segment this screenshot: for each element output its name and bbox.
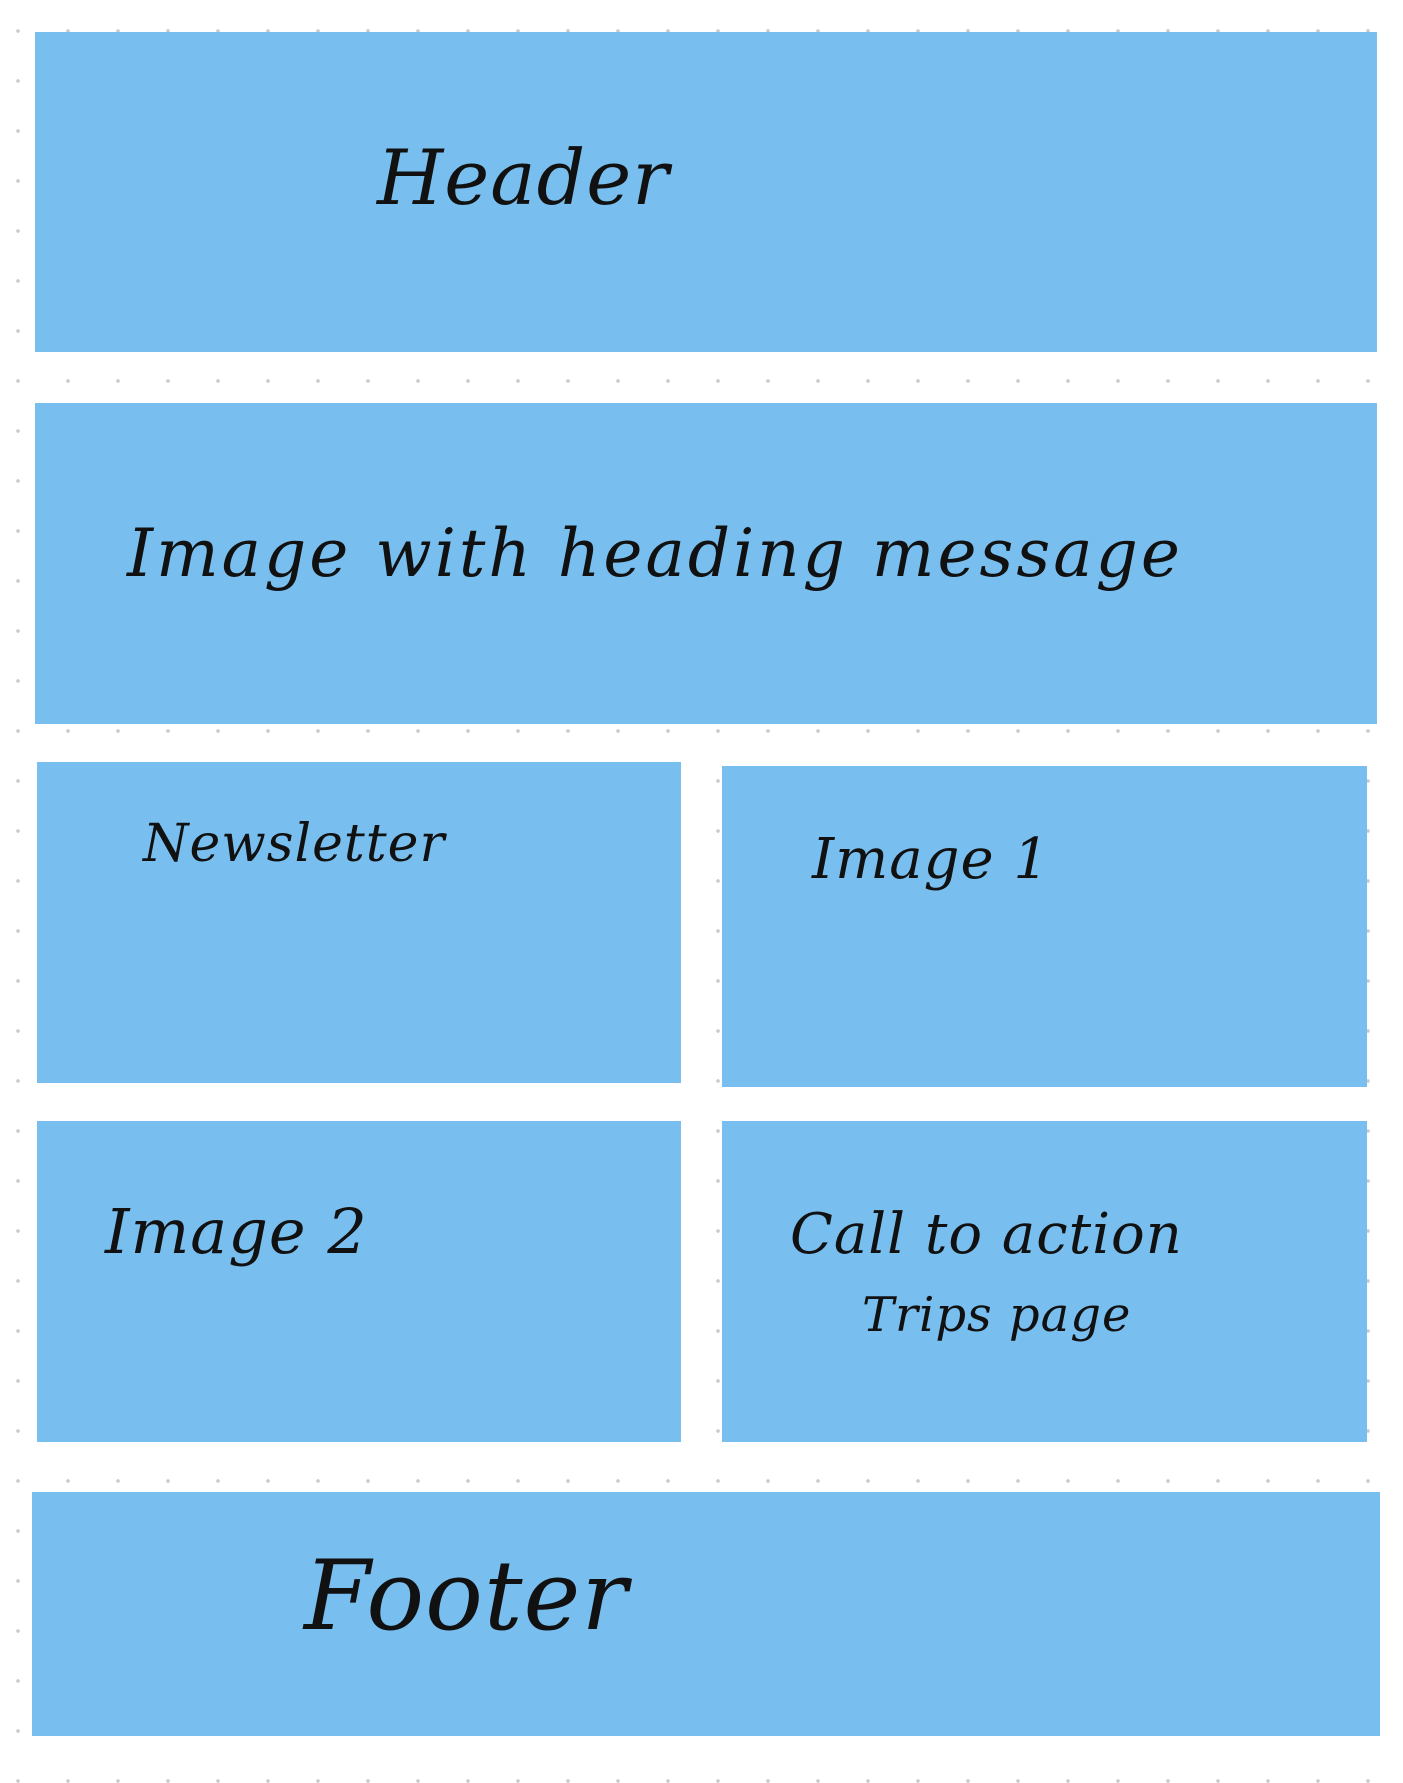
- header-label: Header: [377, 133, 670, 222]
- newsletter-label: Newsletter: [143, 814, 446, 874]
- hero-image-block: Image with heading message: [35, 403, 1377, 724]
- cta-label-line2: Trips page: [862, 1287, 1132, 1343]
- image-1-block: Image 1: [722, 766, 1367, 1087]
- call-to-action-block: Call to action Trips page: [722, 1121, 1367, 1442]
- footer-block: Footer: [32, 1492, 1380, 1736]
- footer-label: Footer: [304, 1540, 629, 1652]
- header-block: Header: [35, 32, 1377, 352]
- hero-label: Image with heading message: [127, 515, 1183, 592]
- image-1-label: Image 1: [812, 827, 1051, 892]
- newsletter-block: Newsletter: [37, 762, 681, 1083]
- cta-label-line1: Call to action: [790, 1202, 1183, 1267]
- image-2-block: Image 2: [37, 1121, 681, 1442]
- image-2-label: Image 2: [105, 1195, 368, 1268]
